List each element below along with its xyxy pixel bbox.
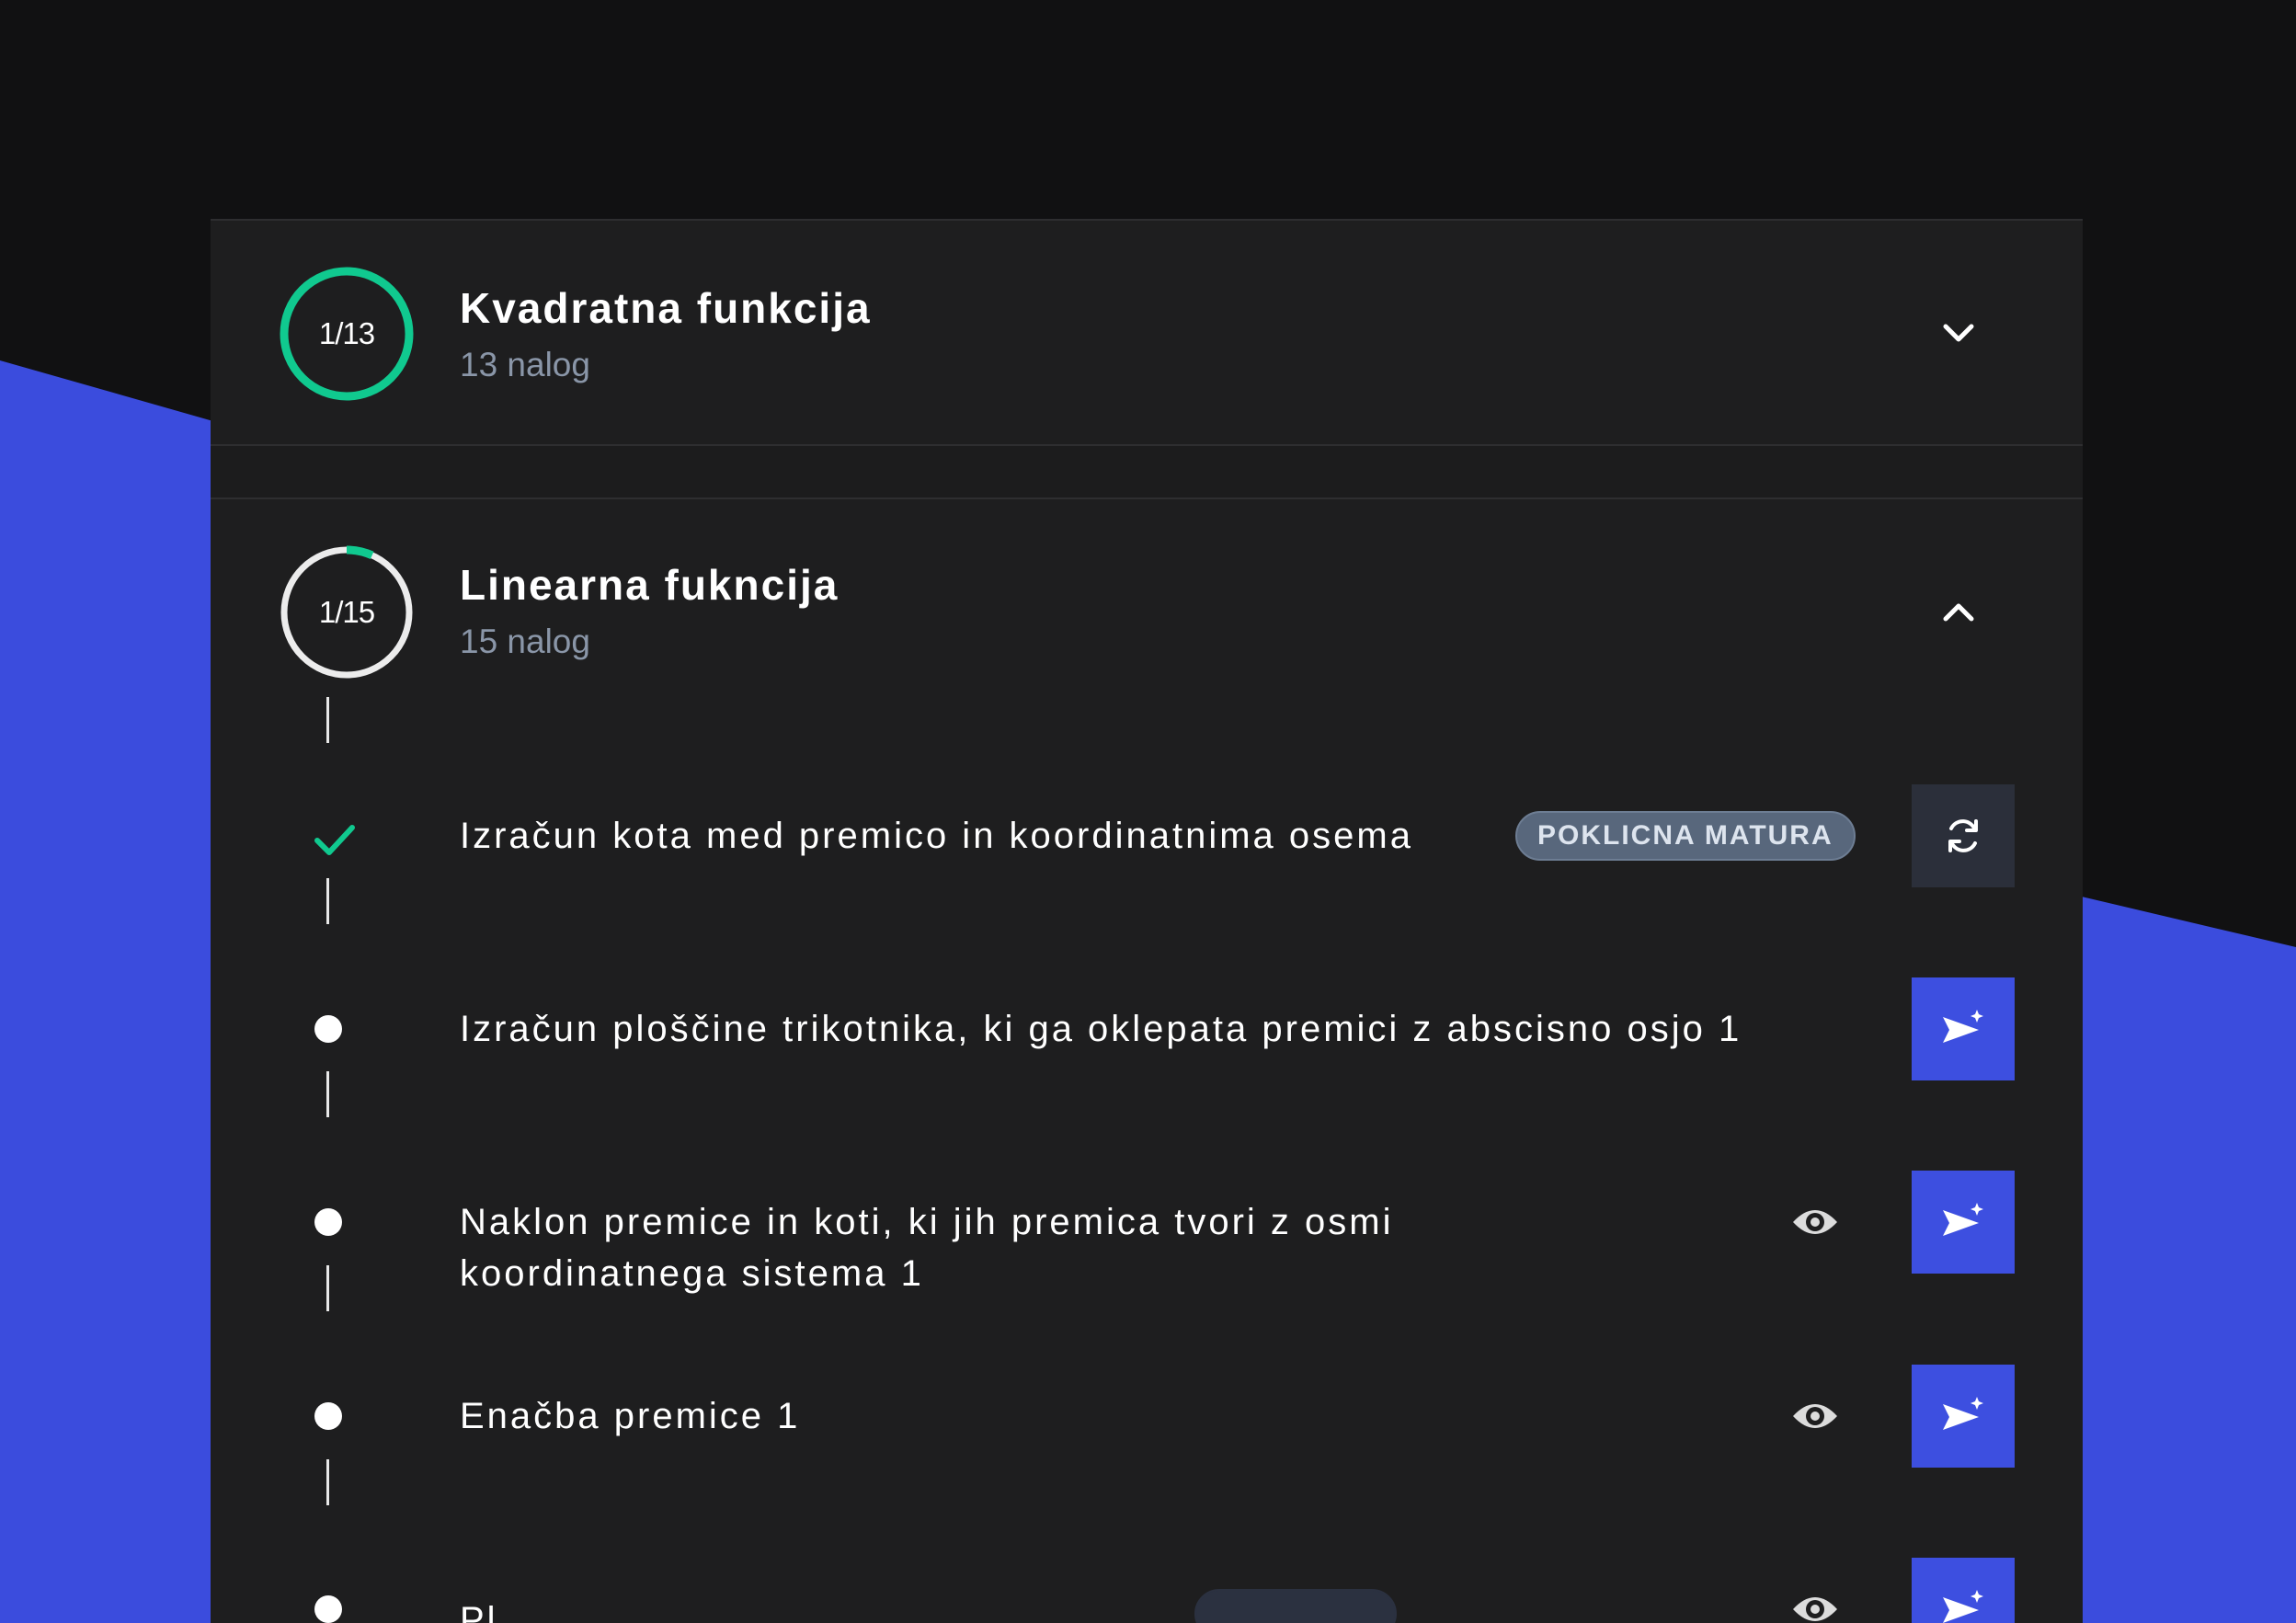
chevron-up-icon[interactable] xyxy=(1936,589,1982,634)
task-row: Enačba premice 1 xyxy=(211,1365,2083,1468)
send-sparkle-icon xyxy=(1943,1397,1983,1430)
checkmark-icon xyxy=(314,819,356,862)
task-title[interactable]: Izračun kota med premico in koordinatnim… xyxy=(460,810,1413,862)
start-task-button[interactable] xyxy=(1912,1558,2015,1623)
task-badge xyxy=(1194,1589,1397,1623)
topic-card-kvadratna[interactable]: 1/13 Kvadratna funkcija 13 nalog xyxy=(211,221,2083,446)
retry-button[interactable] xyxy=(1912,784,2015,887)
topic-task-count: 15 nalog xyxy=(460,623,590,660)
start-task-button[interactable] xyxy=(1912,1365,2015,1468)
task-row: Pl... xyxy=(211,1558,2083,1623)
send-sparkle-icon xyxy=(1943,1010,1983,1043)
topic-divider xyxy=(211,446,2083,499)
topic-title: Kvadratna funkcija xyxy=(460,284,872,332)
send-sparkle-icon xyxy=(1943,1203,1983,1236)
refresh-icon xyxy=(1948,819,1978,852)
task-row: Izračun kota med premico in koordinatnim… xyxy=(211,784,2083,887)
chevron-down-icon[interactable] xyxy=(1936,311,1982,357)
topic-task-count: 13 nalog xyxy=(460,346,590,383)
task-title-line[interactable]: Naklon premice in koti, ki jih premica t… xyxy=(460,1196,1393,1248)
progress-ring: 1/15 xyxy=(278,543,416,681)
app-stage: 1/13 Kvadratna funkcija 13 nalog 1/15 Li… xyxy=(0,0,2296,1623)
start-task-button[interactable] xyxy=(1912,1171,2015,1274)
eye-icon[interactable] xyxy=(1790,1398,1840,1434)
pending-dot-icon xyxy=(312,1206,345,1239)
pending-dot-icon xyxy=(312,1400,345,1433)
task-title[interactable]: Pl... xyxy=(460,1594,537,1623)
task-title[interactable]: Enačba premice 1 xyxy=(460,1390,800,1442)
eye-icon[interactable] xyxy=(1790,1591,1840,1623)
start-task-button[interactable] xyxy=(1912,977,2015,1080)
task-row: Izračun ploščine trikotnika, ki ga oklep… xyxy=(211,977,2083,1080)
progress-ring: 1/13 xyxy=(278,265,416,403)
topics-panel: 1/13 Kvadratna funkcija 13 nalog 1/15 Li… xyxy=(211,219,2083,1623)
poklicna-matura-badge: POKLICNA MATURA xyxy=(1515,811,1856,861)
eye-icon[interactable] xyxy=(1790,1204,1840,1240)
task-title[interactable]: Izračun ploščine trikotnika, ki ga oklep… xyxy=(460,1003,1742,1055)
task-row: Naklon premice in koti, ki jih premica t… xyxy=(211,1171,2083,1294)
topic-card-linearna: 1/15 Linearna fukncija 15 nalog Izračun … xyxy=(211,499,2083,1623)
task-title-line[interactable]: koordinatnega sistema 1 xyxy=(460,1248,924,1299)
pending-dot-icon xyxy=(312,1593,345,1623)
pending-dot-icon xyxy=(312,1012,345,1046)
timeline-connector xyxy=(326,697,329,743)
progress-label: 1/13 xyxy=(318,316,375,350)
send-sparkle-icon xyxy=(1943,1590,1983,1623)
progress-label: 1/15 xyxy=(318,595,375,629)
topic-title: Linearna fukncija xyxy=(460,561,840,609)
